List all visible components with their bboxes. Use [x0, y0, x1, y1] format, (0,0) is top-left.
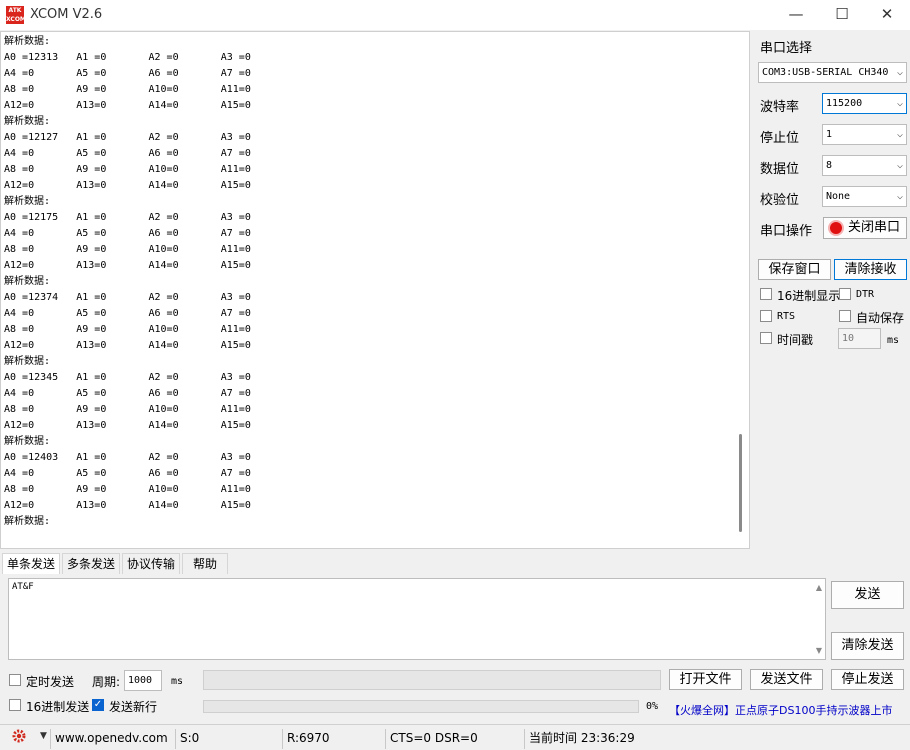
title-bar: ATK XCOM XCOM V2.6 — ☐ ✕ — [0, 0, 910, 30]
hex-send-checkbox[interactable] — [9, 699, 21, 711]
rts-label: RTS — [777, 311, 796, 322]
timed-send-checkbox[interactable] — [9, 674, 21, 686]
tab-multi-send[interactable]: 多条发送 — [62, 553, 120, 574]
close-port-label: 关闭串口 — [847, 220, 900, 235]
send-newline-label: 发送新行 — [109, 700, 158, 714]
chevron-down-icon: ⌵ — [896, 67, 903, 78]
status-bar: ▼ www.openedv.com S:0 R:6970 CTS=0 DSR=0… — [0, 724, 910, 750]
xcom-window: ATK XCOM XCOM V2.6 — ☐ ✕ 解析数据: A0 =12313 … — [0, 0, 910, 750]
receive-text: 解析数据: A0 =12313 A1 =0 A2 =0 A3 =0 A4 =0 … — [4, 36, 251, 527]
timestamp-input[interactable]: 10 — [838, 328, 881, 349]
app-logo: ATK XCOM — [6, 6, 26, 24]
send-tabs: 单条发送 多条发送 协议传输 帮助 — [0, 552, 910, 574]
clear-send-button[interactable]: 清除发送 — [831, 632, 904, 660]
dtr-label: DTR — [856, 289, 875, 300]
port-op-label: 串口操作 — [760, 224, 813, 239]
stopbits-label: 停止位 — [760, 131, 800, 146]
baud-label: 波特率 — [760, 100, 800, 115]
hex-send-label: 16进制发送 — [26, 700, 90, 714]
chevron-down-icon[interactable]: ▼ — [40, 731, 47, 741]
parity-select-value: None — [826, 191, 851, 202]
close-port-button[interactable]: 关闭串口 — [823, 217, 907, 239]
chevron-down-icon: ⌵ — [896, 129, 903, 140]
port-select-label: 串口选择 — [760, 41, 813, 56]
dtr-checkbox[interactable] — [839, 288, 851, 300]
ad-link[interactable]: 【火爆全网】正点原子DS100手持示波器上市 — [669, 702, 909, 718]
scroll-up-icon[interactable]: ▲ — [816, 583, 822, 592]
stopbits-select-value: 1 — [826, 129, 833, 140]
tab-single-send[interactable]: 单条发送 — [2, 553, 60, 574]
port-select[interactable]: COM3:USB-SERIAL CH340 ⌵ — [758, 62, 907, 83]
status-received: R:6970 — [282, 729, 384, 749]
databits-select-value: 8 — [826, 160, 833, 171]
period-label: 周期: — [92, 675, 121, 689]
databits-label: 数据位 — [760, 162, 800, 177]
chevron-down-icon: ⌵ — [896, 98, 903, 109]
period-unit: ms — [171, 676, 184, 687]
status-lines: CTS=0 DSR=0 DCD=0 — [385, 729, 521, 750]
period-input[interactable]: 1000 — [124, 670, 162, 691]
open-file-button[interactable]: 打开文件 — [669, 669, 742, 690]
baud-select-value: 115200 — [826, 98, 863, 109]
timed-send-label: 定时发送 — [26, 675, 75, 689]
scroll-down-icon[interactable]: ▼ — [816, 646, 822, 655]
auto-save-label: 自动保存 — [856, 311, 905, 325]
receive-scrollbar[interactable] — [732, 32, 749, 548]
clear-receive-button[interactable]: 清除接收 — [834, 259, 907, 280]
status-url[interactable]: www.openedv.com — [50, 729, 172, 749]
save-window-button[interactable]: 保存窗口 — [758, 259, 831, 280]
tab-help[interactable]: 帮助 — [182, 553, 228, 574]
hex-display-checkbox[interactable] — [760, 288, 772, 300]
maximize-button[interactable]: ☐ — [819, 0, 865, 30]
databits-select[interactable]: 8 ⌵ — [822, 155, 907, 176]
send-input[interactable]: AT&F ▲ ▼ — [8, 578, 826, 660]
tab-protocol[interactable]: 协议传输 — [122, 553, 180, 574]
send-status-bar — [203, 670, 661, 690]
parity-select[interactable]: None ⌵ — [822, 186, 907, 207]
send-progress-bar — [203, 700, 639, 713]
send-button[interactable]: 发送 — [831, 581, 904, 609]
minimize-button[interactable]: — — [773, 0, 819, 30]
gear-icon[interactable] — [12, 729, 26, 743]
chevron-down-icon: ⌵ — [896, 160, 903, 171]
port-select-value: COM3:USB-SERIAL CH340 — [762, 67, 889, 78]
status-sent: S:0 — [175, 729, 279, 749]
stopbits-select[interactable]: 1 ⌵ — [822, 124, 907, 145]
receive-scrollbar-thumb[interactable] — [739, 434, 742, 532]
status-time: 当前时间 23:36:29 — [524, 729, 724, 749]
timestamp-checkbox[interactable] — [760, 332, 772, 344]
timestamp-label: 时间戳 — [777, 333, 814, 347]
settings-panel: 串口选择 COM3:USB-SERIAL CH340 ⌵ 波特率 115200 … — [750, 31, 910, 551]
rts-checkbox[interactable] — [760, 310, 772, 322]
send-file-button[interactable]: 发送文件 — [750, 669, 823, 690]
receive-area[interactable]: 解析数据: A0 =12313 A1 =0 A2 =0 A3 =0 A4 =0 … — [0, 31, 750, 549]
baud-select[interactable]: 115200 ⌵ — [822, 93, 907, 114]
send-newline-checkbox[interactable]: ✓ — [92, 699, 104, 711]
send-text: AT&F — [12, 582, 34, 592]
timestamp-unit: ms — [887, 335, 900, 346]
progress-percent: 0% — [646, 701, 659, 712]
close-button[interactable]: ✕ — [864, 0, 910, 30]
stop-send-button[interactable]: 停止发送 — [831, 669, 904, 690]
record-icon — [830, 222, 842, 234]
auto-save-checkbox[interactable] — [839, 310, 851, 322]
chevron-down-icon: ⌵ — [896, 191, 903, 202]
app-title: XCOM V2.6 — [30, 7, 103, 22]
hex-display-label: 16进制显示 — [777, 289, 841, 303]
parity-label: 校验位 — [760, 193, 800, 208]
